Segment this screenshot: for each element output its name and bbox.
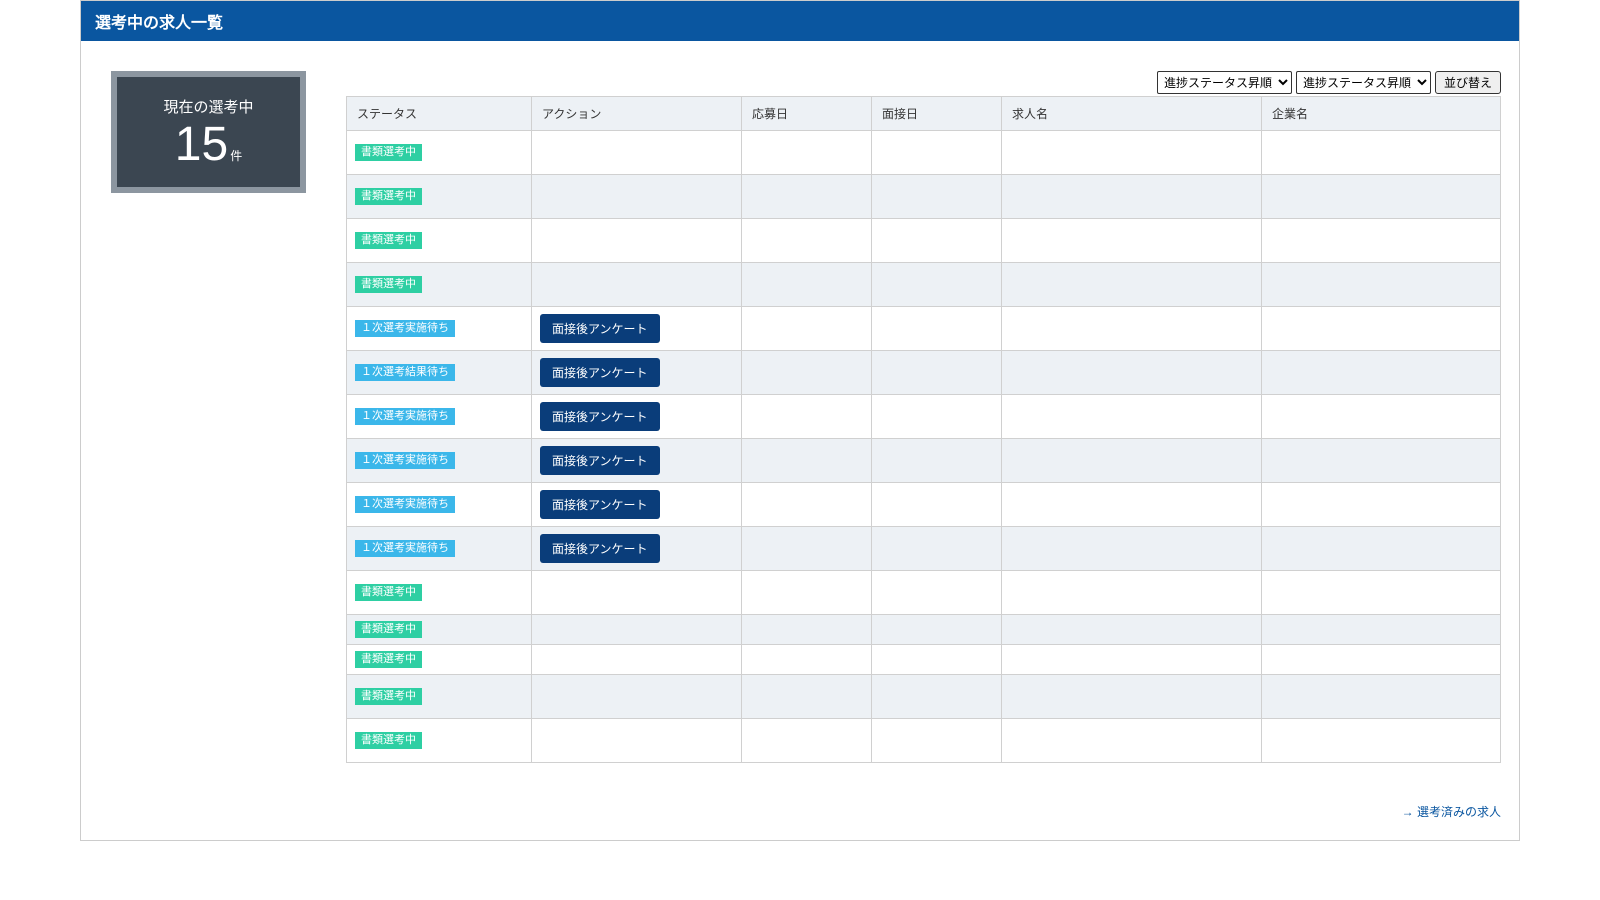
col-header-interview-date: 面接日: [872, 97, 1002, 131]
table-row: １次選考実施待ち 面接後アンケート: [347, 307, 1501, 351]
sort-select-1[interactable]: 進捗ステータス昇順: [1157, 71, 1292, 94]
interview-survey-button[interactable]: 面接後アンケート: [540, 402, 660, 431]
table-row: １次選考実施待ち 面接後アンケート: [347, 483, 1501, 527]
status-badge: 書類選考中: [355, 188, 422, 205]
table-row: １次選考結果待ち 面接後アンケート: [347, 351, 1501, 395]
sort-button[interactable]: 並び替え: [1435, 71, 1501, 94]
completed-selections-link[interactable]: → 選考済みの求人: [1402, 805, 1501, 819]
status-badge: １次選考実施待ち: [355, 540, 455, 557]
sort-controls: 進捗ステータス昇順 進捗ステータス昇順 並び替え: [346, 71, 1501, 94]
status-badge: 書類選考中: [355, 688, 422, 705]
table-row: 書類選考中: [347, 219, 1501, 263]
counter-suffix: 件: [230, 150, 242, 162]
table-row: １次選考実施待ち 面接後アンケート: [347, 527, 1501, 571]
table-row: １次選考実施待ち 面接後アンケート: [347, 395, 1501, 439]
selection-table: ステータス アクション 応募日 面接日 求人名 企業名 書類選考中書類選考中書類…: [346, 96, 1501, 763]
status-badge: １次選考実施待ち: [355, 496, 455, 513]
table-row: 書類選考中: [347, 263, 1501, 307]
col-header-apply-date: 応募日: [742, 97, 872, 131]
table-row: １次選考実施待ち 面接後アンケート: [347, 439, 1501, 483]
status-badge: １次選考実施待ち: [355, 452, 455, 469]
interview-survey-button[interactable]: 面接後アンケート: [540, 358, 660, 387]
status-badge: 書類選考中: [355, 144, 422, 161]
table-row: 書類選考中: [347, 675, 1501, 719]
status-badge: 書類選考中: [355, 276, 422, 293]
col-header-status: ステータス: [347, 97, 532, 131]
table-row: 書類選考中: [347, 615, 1501, 645]
table-row: 書類選考中: [347, 131, 1501, 175]
status-badge: １次選考実施待ち: [355, 408, 455, 425]
selection-counter-card: 現在の選考中 15 件: [111, 71, 306, 193]
counter-value: 15: [175, 121, 228, 169]
counter-label: 現在の選考中: [163, 96, 253, 117]
status-badge: 書類選考中: [355, 651, 422, 668]
table-row: 書類選考中: [347, 175, 1501, 219]
table-row: 書類選考中: [347, 719, 1501, 763]
interview-survey-button[interactable]: 面接後アンケート: [540, 446, 660, 475]
interview-survey-button[interactable]: 面接後アンケート: [540, 314, 660, 343]
status-badge: 書類選考中: [355, 232, 422, 249]
col-header-job-name: 求人名: [1002, 97, 1262, 131]
status-badge: 書類選考中: [355, 621, 422, 638]
col-header-action: アクション: [532, 97, 742, 131]
table-row: 書類選考中: [347, 571, 1501, 615]
interview-survey-button[interactable]: 面接後アンケート: [540, 490, 660, 519]
status-badge: 書類選考中: [355, 584, 422, 601]
status-badge: １次選考結果待ち: [355, 364, 455, 381]
status-badge: １次選考実施待ち: [355, 320, 455, 337]
col-header-company: 企業名: [1262, 97, 1501, 131]
interview-survey-button[interactable]: 面接後アンケート: [540, 534, 660, 563]
sort-select-2[interactable]: 進捗ステータス昇順: [1296, 71, 1431, 94]
page-title: 選考中の求人一覧: [81, 1, 1519, 41]
status-badge: 書類選考中: [355, 732, 422, 749]
table-row: 書類選考中: [347, 645, 1501, 675]
